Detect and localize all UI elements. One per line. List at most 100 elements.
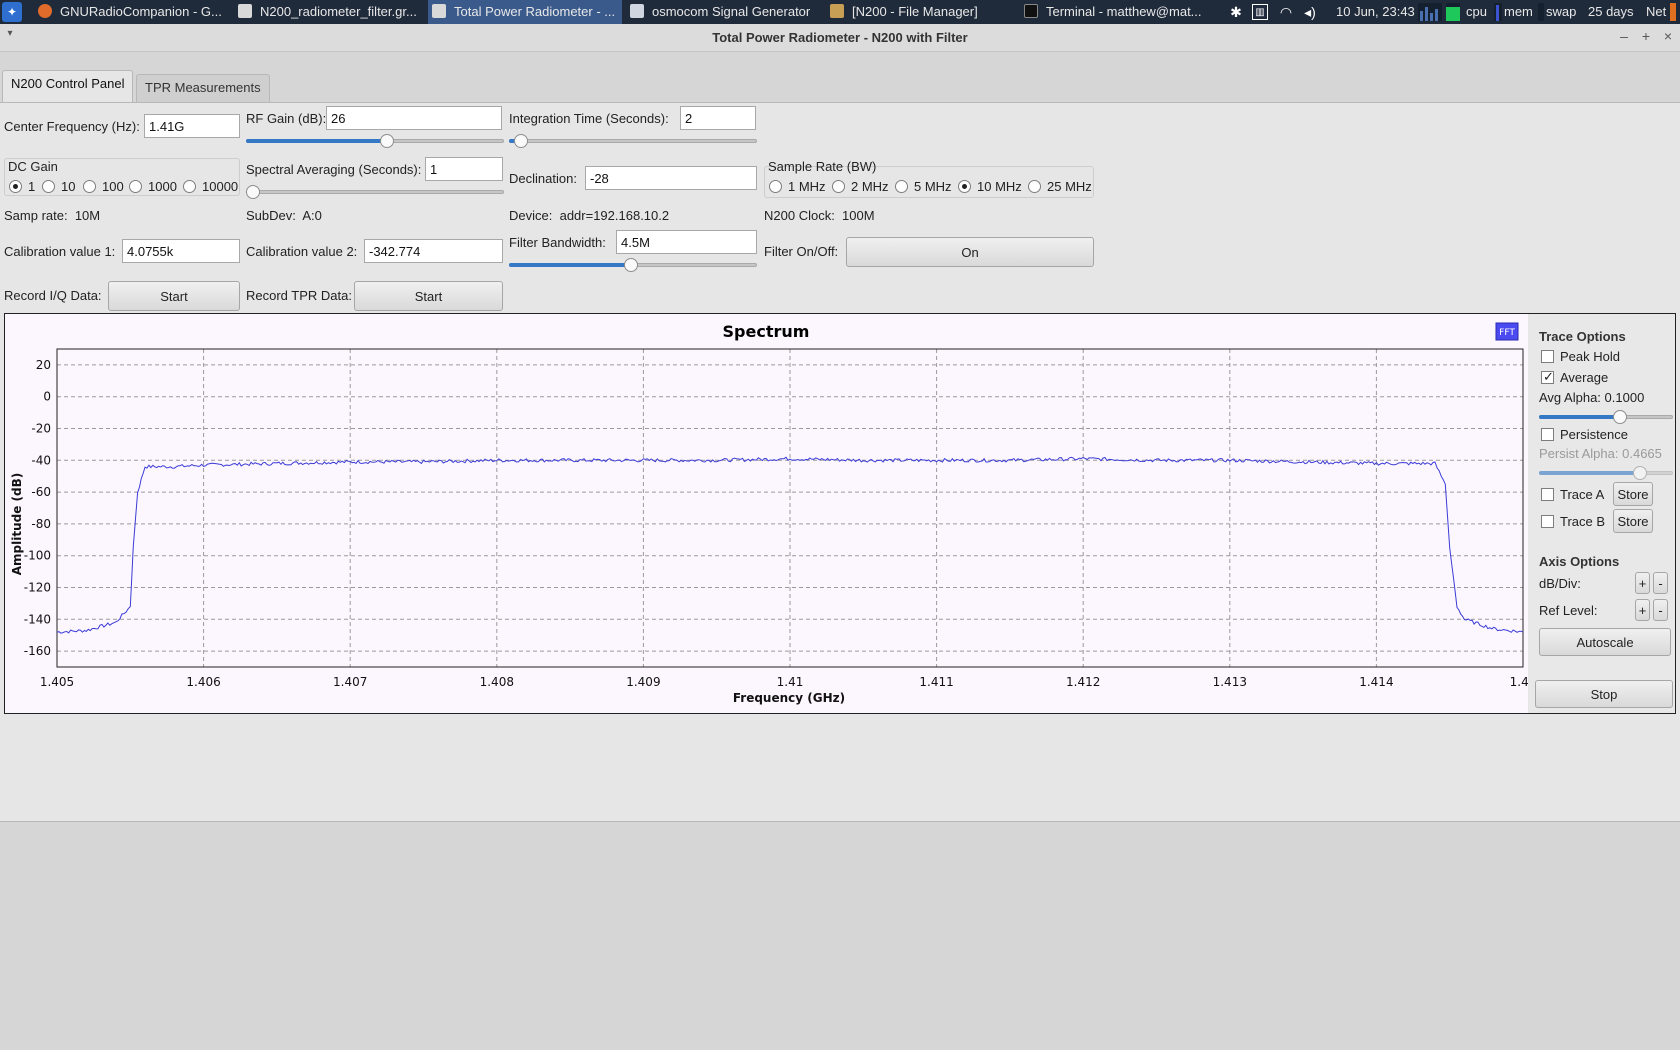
autoscale-button[interactable]: Autoscale: [1539, 628, 1671, 656]
integration-time-slider[interactable]: [509, 134, 757, 148]
center-frequency-label: Center Frequency (Hz):: [4, 119, 140, 134]
dc-gain-radio-10[interactable]: [42, 180, 55, 193]
persistence-checkbox[interactable]: [1541, 428, 1554, 441]
average-checkbox[interactable]: [1541, 369, 1554, 385]
rf-gain-slider[interactable]: [246, 134, 504, 148]
sample-rate-radio-10mhz[interactable]: [958, 180, 971, 193]
ref-level-label: Ref Level:: [1539, 603, 1598, 618]
integration-time-input[interactable]: [680, 106, 756, 130]
sample-rate-option-2mhz: 2 MHz: [851, 179, 889, 194]
tab-n200-control-panel[interactable]: N200 Control Panel: [2, 70, 134, 102]
start-menu-icon[interactable]: ✦: [2, 2, 22, 22]
mem-graph-swatch: [1446, 3, 1460, 21]
y-tick-label: -20: [31, 422, 51, 436]
rf-gain-slider-handle[interactable]: [380, 134, 394, 148]
minimize-icon[interactable]: –: [1616, 28, 1632, 44]
persist-alpha-label: Persist Alpha:: [1539, 446, 1619, 461]
record-tpr-start-button[interactable]: Start: [354, 281, 503, 311]
calibration-2-input[interactable]: [364, 239, 503, 263]
window-titlebar[interactable]: ▾ Total Power Radiometer - N200 with Fil…: [0, 24, 1680, 52]
y-tick-label: -40: [31, 453, 51, 467]
dc-gain-radio-1[interactable]: [9, 180, 22, 193]
calibration-1-input[interactable]: [122, 239, 240, 263]
task-terminal[interactable]: Terminal - matthew@mat...: [1020, 0, 1216, 24]
keyboard-layout-icon[interactable]: ▥: [1252, 4, 1268, 20]
center-frequency-input[interactable]: [144, 114, 240, 138]
y-tick-label: -100: [24, 549, 51, 563]
dc-gain-radio-1000[interactable]: [129, 180, 142, 193]
firefox-icon: [38, 4, 52, 18]
swap-graph: [1538, 3, 1544, 21]
task-grc-file[interactable]: N200_radiometer_filter.gr...: [234, 0, 424, 24]
net-graph: [1670, 3, 1676, 21]
trace-b-checkbox[interactable]: [1541, 515, 1554, 528]
x-tick-label: 1.408: [480, 675, 514, 689]
spectral-averaging-slider-handle[interactable]: [246, 185, 260, 199]
db-div-minus-button[interactable]: -: [1653, 572, 1668, 594]
avg-alpha-text: Avg Alpha: 0.1000: [1539, 390, 1644, 405]
avg-alpha-slider-handle[interactable]: [1613, 410, 1627, 424]
record-tpr-label: Record TPR Data:: [246, 288, 352, 303]
sample-rate-radio-25mhz[interactable]: [1028, 180, 1041, 193]
dc-gain-option-1000: 1000: [148, 179, 177, 194]
spectral-averaging-label: Spectral Averaging (Seconds):: [246, 162, 422, 177]
spectral-averaging-input[interactable]: [425, 157, 503, 181]
wifi-icon[interactable]: ◠: [1278, 4, 1294, 20]
dropbox-icon[interactable]: ✱: [1228, 4, 1244, 20]
rf-gain-label: RF Gain (dB):: [246, 111, 327, 126]
dc-gain-option-100: 100: [102, 179, 124, 194]
x-tick-label: 1.413: [1213, 675, 1247, 689]
task-file-manager[interactable]: [N200 - File Manager]: [826, 0, 1016, 24]
persist-alpha-slider[interactable]: [1539, 466, 1673, 480]
x-tick-label: 1.414: [1359, 675, 1393, 689]
device-info: Device: addr=192.168.10.2: [509, 208, 669, 223]
trace-b-store-button[interactable]: Store: [1613, 509, 1653, 533]
dc-gain-label: DC Gain: [8, 159, 58, 174]
trace-a-store-button[interactable]: Store: [1613, 482, 1653, 506]
y-tick-label: -80: [31, 517, 51, 531]
ref-level-minus-button[interactable]: -: [1653, 599, 1668, 621]
x-tick-label: 1.409: [626, 675, 660, 689]
ref-level-plus-button[interactable]: +: [1635, 599, 1650, 621]
stop-button[interactable]: Stop: [1535, 680, 1673, 708]
db-div-plus-button[interactable]: +: [1635, 572, 1650, 594]
x-tick-label: 1.411: [919, 675, 953, 689]
avg-alpha-slider[interactable]: [1539, 410, 1673, 424]
document-icon: [238, 4, 252, 18]
task-total-power-radiometer[interactable]: Total Power Radiometer - ...: [428, 0, 622, 24]
cpu-label: cpu: [1466, 4, 1487, 19]
net-label: Net: [1646, 4, 1667, 19]
task-gnuradio-companion[interactable]: GNURadioCompanion - G...: [34, 0, 230, 24]
record-iq-start-button[interactable]: Start: [108, 281, 240, 311]
spectral-averaging-slider[interactable]: [246, 185, 504, 199]
filter-bandwidth-slider[interactable]: [509, 258, 757, 272]
close-icon[interactable]: ×: [1660, 28, 1676, 44]
rf-gain-input[interactable]: [326, 106, 502, 130]
x-tick-label: 1.412: [1066, 675, 1100, 689]
sample-rate-radio-2mhz[interactable]: [832, 180, 845, 193]
clock[interactable]: 10 Jun, 23:43: [1336, 0, 1415, 24]
filter-bandwidth-input[interactable]: [616, 230, 757, 254]
trace-a-checkbox[interactable]: [1541, 488, 1554, 501]
declination-input[interactable]: [585, 166, 757, 190]
sample-rate-radio-1mhz[interactable]: [769, 180, 782, 193]
dc-gain-radio-10000[interactable]: [183, 180, 196, 193]
maximize-icon[interactable]: +: [1638, 28, 1654, 44]
y-tick-label: -120: [24, 581, 51, 595]
peak-hold-checkbox[interactable]: [1541, 350, 1554, 363]
tab-tpr-measurements[interactable]: TPR Measurements: [136, 74, 270, 102]
task-osmocom-siggen[interactable]: osmocom Signal Generator: [626, 0, 822, 24]
sample-rate-radio-5mhz[interactable]: [895, 180, 908, 193]
volume-icon[interactable]: ◂): [1302, 4, 1318, 20]
dc-gain-radio-100[interactable]: [83, 180, 96, 193]
samp-rate-info: Samp rate: 10M: [4, 208, 100, 223]
spectrum-plot[interactable]: 1.405 1.406 1.407 1.408 1.409 1.41 1.411 1.412 1…: [5, 314, 1536, 713]
x-tick-label: 1.406: [186, 675, 220, 689]
persist-alpha-slider-handle[interactable]: [1633, 466, 1647, 480]
spectrum-plot-frame: 1.405 1.406 1.407 1.408 1.409 1.41 1.411 1.412 1…: [4, 313, 1676, 714]
y-tick-label: -140: [24, 612, 51, 626]
y-tick-label: 0: [43, 390, 51, 404]
filter-onoff-button[interactable]: On: [846, 237, 1094, 267]
filter-bandwidth-slider-handle[interactable]: [624, 258, 638, 272]
integration-time-slider-handle[interactable]: [514, 134, 528, 148]
